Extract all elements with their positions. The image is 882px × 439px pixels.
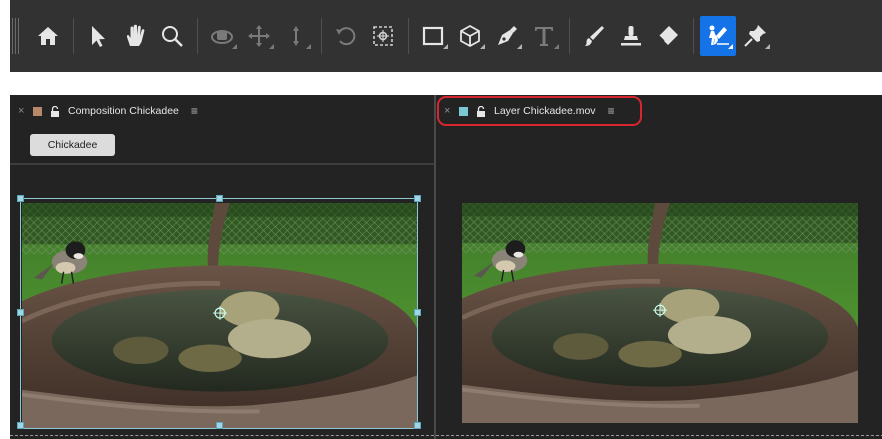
type-tool[interactable] bbox=[526, 16, 562, 56]
composition-flow-button[interactable]: Chickadee bbox=[30, 134, 115, 156]
pan-camera-tool[interactable] bbox=[241, 16, 277, 56]
composition-tab-title: Composition Chickadee bbox=[68, 105, 179, 117]
toolbar-separator bbox=[73, 18, 74, 54]
transform-handle[interactable] bbox=[216, 195, 223, 202]
eraser-icon bbox=[658, 26, 678, 45]
transform-handle[interactable] bbox=[414, 309, 421, 316]
transform-handle[interactable] bbox=[17, 309, 24, 316]
zoom-magnifier-icon bbox=[162, 26, 183, 47]
selection-tool[interactable] bbox=[80, 16, 116, 56]
pan-behind-anchor-icon bbox=[373, 26, 393, 46]
callout-highlight-outline bbox=[437, 96, 642, 126]
panel-menu-icon[interactable]: ≡ bbox=[191, 104, 198, 118]
eraser-tool[interactable] bbox=[650, 16, 686, 56]
panel-bottom-edge bbox=[436, 435, 882, 439]
rotation-tool[interactable] bbox=[328, 16, 364, 56]
after-effects-workspace: × Composition Chickadee ≡ Chickadee × La… bbox=[0, 0, 882, 439]
lock-icon[interactable] bbox=[50, 105, 60, 117]
toolbar-separator bbox=[693, 18, 694, 54]
pan-behind-tool[interactable] bbox=[365, 16, 401, 56]
composition-tab[interactable]: × Composition Chickadee ≡ bbox=[10, 95, 434, 127]
composition-viewer-frame[interactable] bbox=[22, 203, 418, 429]
transform-handle[interactable] bbox=[216, 422, 223, 429]
transform-handle[interactable] bbox=[17, 422, 24, 429]
brush-tool[interactable] bbox=[576, 16, 612, 56]
chickadee-footage-image bbox=[22, 203, 418, 429]
layer-panel: × Layer Chickadee.mov ≡ bbox=[434, 95, 882, 439]
home-tool[interactable] bbox=[30, 16, 66, 56]
toolbar-separator bbox=[569, 18, 570, 54]
hand-icon bbox=[126, 24, 145, 46]
dolly-camera-tool[interactable] bbox=[278, 16, 314, 56]
rotation-icon bbox=[336, 27, 356, 46]
chickadee-footage-image bbox=[462, 203, 858, 423]
composition-navigator-bar: Chickadee bbox=[10, 127, 434, 165]
orbit-camera-tool[interactable] bbox=[204, 16, 240, 56]
layer-viewer-frame[interactable] bbox=[462, 203, 858, 423]
rectangle-tool[interactable] bbox=[415, 16, 451, 56]
toolbar-separator bbox=[321, 18, 322, 54]
transform-handle[interactable] bbox=[414, 195, 421, 202]
composition-panel: × Composition Chickadee ≡ Chickadee bbox=[10, 95, 434, 439]
toolbar-separator bbox=[197, 18, 198, 54]
clone-stamp-tool[interactable] bbox=[613, 16, 649, 56]
panel-bottom-edge bbox=[10, 435, 434, 439]
toolbar-separator bbox=[408, 18, 409, 54]
clone-stamp-icon bbox=[621, 26, 641, 46]
home-icon bbox=[38, 27, 58, 45]
layer-tab[interactable]: × Layer Chickadee.mov ≡ bbox=[436, 95, 882, 127]
pen-tool[interactable] bbox=[489, 16, 525, 56]
transform-handle[interactable] bbox=[17, 195, 24, 202]
puppet-pin-tool[interactable] bbox=[737, 16, 773, 56]
3d-shape-tool[interactable] bbox=[452, 16, 488, 56]
label-color-swatch[interactable] bbox=[33, 106, 42, 116]
hand-tool[interactable] bbox=[117, 16, 153, 56]
roto-brush-tool[interactable] bbox=[700, 16, 736, 56]
selection-arrow-icon bbox=[92, 26, 105, 47]
brush-icon bbox=[585, 26, 604, 46]
zoom-tool[interactable] bbox=[154, 16, 190, 56]
transform-handle[interactable] bbox=[414, 422, 421, 429]
tools-toolbar bbox=[10, 0, 882, 72]
close-tab-icon[interactable]: × bbox=[18, 105, 30, 117]
toolbar-grip[interactable] bbox=[12, 18, 20, 54]
